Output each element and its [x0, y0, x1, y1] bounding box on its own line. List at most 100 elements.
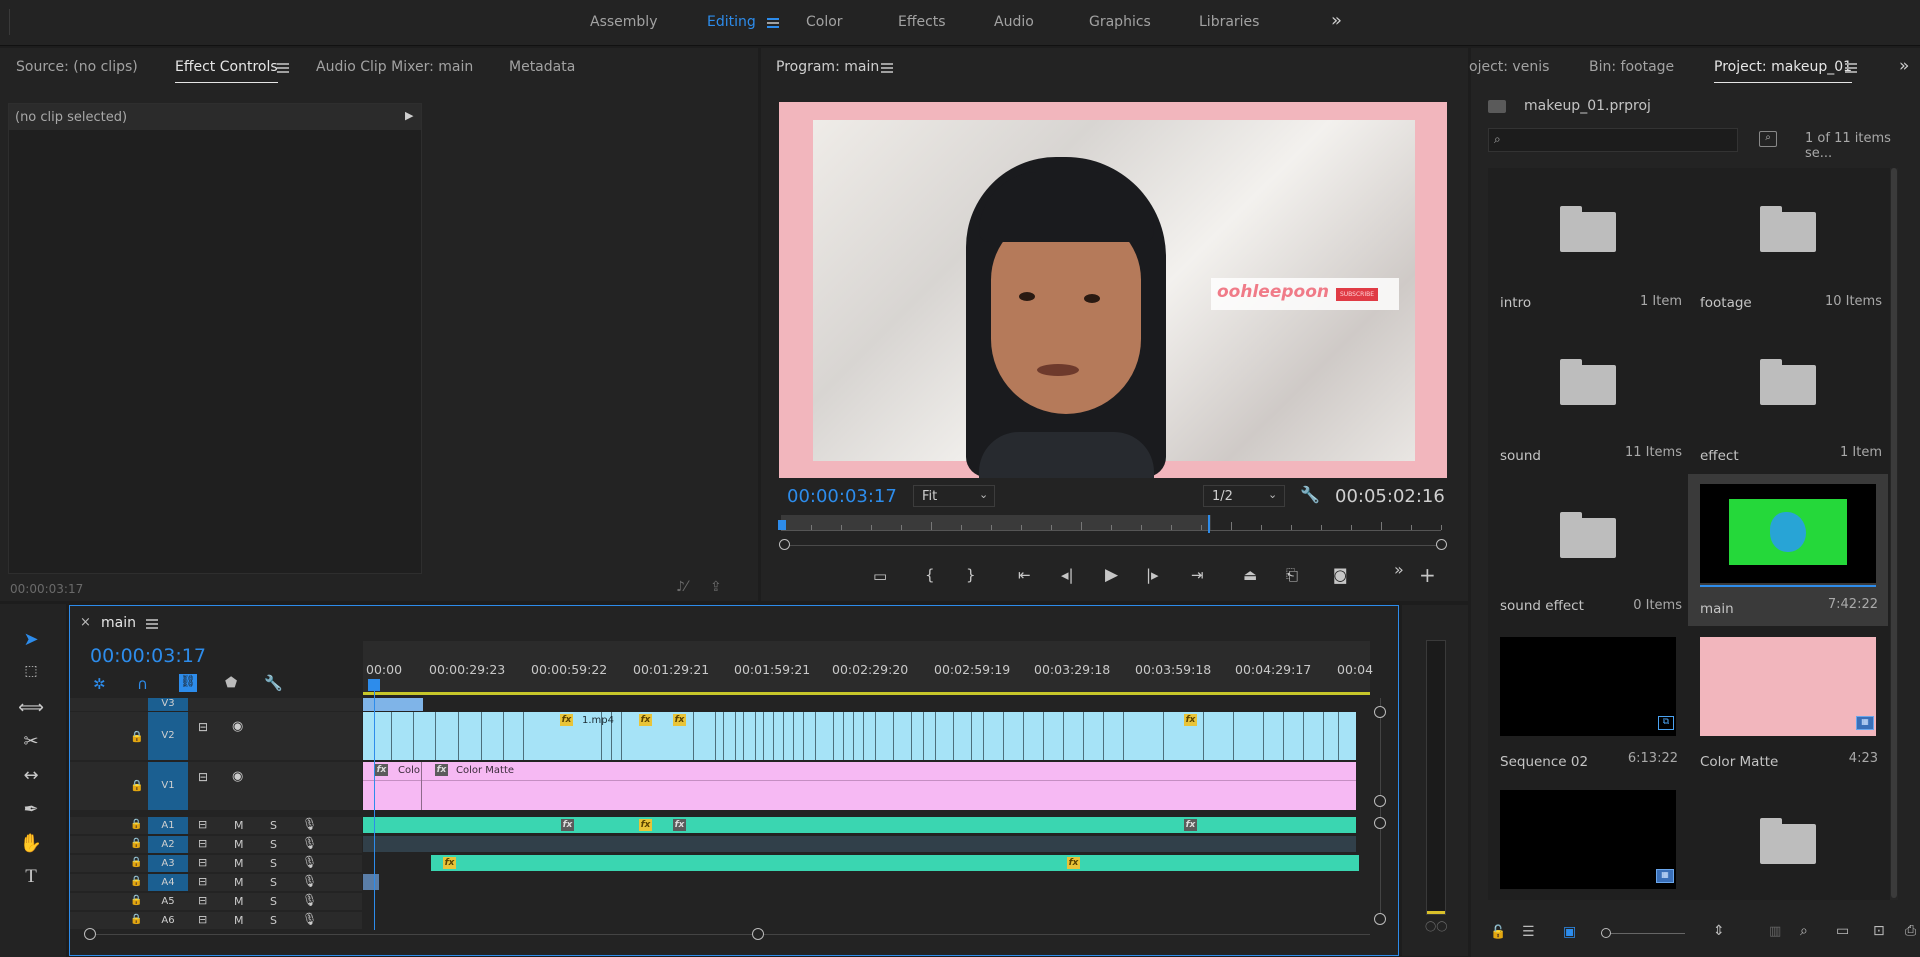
- lock-icon[interactable]: 🔒: [130, 838, 142, 849]
- a3-clip[interactable]: fx fx: [431, 855, 1359, 871]
- resolution-select[interactable]: 1/2 ⌄: [1203, 485, 1285, 507]
- track-label-a3[interactable]: A3: [148, 855, 188, 872]
- timeline-menu-icon[interactable]: [146, 619, 158, 629]
- program-menu-icon[interactable]: [881, 63, 893, 73]
- project-item-color-matte[interactable]: ▦ Color Matte 4:23: [1688, 627, 1888, 779]
- mark-out-icon[interactable]: }: [966, 566, 976, 584]
- microphone-icon[interactable]: 🎙: [302, 836, 317, 850]
- v2-clip[interactable]: fx 1.mp4 fx fx fx: [363, 712, 1356, 760]
- ripple-edit-tool-icon[interactable]: ⟺: [18, 697, 44, 723]
- work-area-bar[interactable]: [363, 692, 1370, 695]
- wrench-icon[interactable]: 🔧: [1300, 485, 1320, 504]
- step-back-icon[interactable]: ◂|: [1061, 566, 1074, 584]
- track-select-tool-icon[interactable]: ⬚: [18, 663, 44, 689]
- track-label-a4[interactable]: A4: [148, 874, 188, 891]
- project-item-sequence-02[interactable]: ⧉ Sequence 02 6:13:22: [1488, 627, 1688, 779]
- scroll-handle[interactable]: [1374, 817, 1386, 829]
- new-item-icon[interactable]: ⊡: [1873, 923, 1885, 939]
- scroll-handle[interactable]: [1374, 706, 1386, 718]
- lock-icon[interactable]: 🔒: [130, 914, 142, 925]
- a2-clip[interactable]: [363, 836, 1356, 852]
- export-icon[interactable]: ⇪: [710, 579, 722, 595]
- workspace-tab-audio[interactable]: Audio: [994, 14, 1034, 30]
- mute-button[interactable]: M: [234, 819, 244, 832]
- a1-clip[interactable]: fx fx fx fx: [363, 817, 1356, 833]
- go-to-out-icon[interactable]: ⇥: [1191, 566, 1204, 584]
- tab-audio-clip-mixer[interactable]: Audio Clip Mixer: main: [316, 59, 473, 75]
- timeline-timecode[interactable]: 00:00:03:17: [90, 645, 206, 667]
- toggle-sync-icon[interactable]: ⊟: [198, 770, 208, 784]
- vertical-scrollbar[interactable]: [1380, 698, 1381, 918]
- program-playhead[interactable]: [778, 520, 786, 530]
- track-label-a2[interactable]: A2: [148, 836, 188, 853]
- selection-tool-icon[interactable]: ➤: [18, 629, 44, 655]
- scroll-handle[interactable]: [84, 928, 96, 940]
- add-marker-icon[interactable]: ⬟: [225, 675, 237, 691]
- lock-icon[interactable]: 🔒: [130, 730, 144, 743]
- track-label-v1[interactable]: V1: [148, 762, 188, 810]
- project-item-sound-effect[interactable]: sound effect 0 Items: [1488, 474, 1688, 626]
- editing-menu-icon[interactable]: [767, 18, 779, 28]
- a4-clip[interactable]: [363, 874, 379, 890]
- toggle-sync-icon[interactable]: ⊟: [198, 818, 207, 831]
- workspace-tab-assembly[interactable]: Assembly: [590, 14, 657, 30]
- razor-tool-icon[interactable]: ✂: [18, 731, 44, 757]
- project-item-sound[interactable]: sound 11 Items: [1488, 321, 1688, 473]
- lock-icon[interactable]: 🔒: [130, 857, 142, 868]
- linked-selection-icon[interactable]: ⛓: [179, 674, 197, 692]
- tab-effect-controls[interactable]: Effect Controls: [175, 59, 278, 83]
- pen-tool-icon[interactable]: ✒: [18, 799, 44, 825]
- track-label-a5[interactable]: A5: [148, 893, 188, 910]
- tab-metadata[interactable]: Metadata: [509, 59, 575, 75]
- workspace-tab-graphics[interactable]: Graphics: [1089, 14, 1151, 30]
- slip-tool-icon[interactable]: ↔: [18, 765, 44, 791]
- project-item-effect[interactable]: effect 1 Item: [1688, 321, 1888, 473]
- add-button-icon[interactable]: +: [1419, 563, 1436, 587]
- clear-icon[interactable]: ⎙: [1905, 923, 1916, 939]
- double-chevron-right-icon[interactable]: »: [1331, 10, 1342, 31]
- find-icon[interactable]: ⌕: [1800, 923, 1808, 939]
- program-time-ruler[interactable]: [781, 530, 1441, 531]
- track-label-a1[interactable]: A1: [148, 817, 188, 834]
- lock-icon[interactable]: 🔒: [130, 819, 142, 830]
- meter-solo-buttons[interactable]: ◯◯: [1425, 921, 1447, 932]
- microphone-icon[interactable]: 🎙: [302, 855, 317, 869]
- tab-project-venis[interactable]: oject: venis: [1469, 59, 1549, 75]
- mute-button[interactable]: M: [234, 895, 244, 908]
- program-video-frame[interactable]: oohleepoon SUBSCRIBE: [779, 102, 1447, 478]
- solo-button[interactable]: S: [270, 876, 277, 889]
- mute-button[interactable]: M: [234, 857, 244, 870]
- tab-project-makeup[interactable]: Project: makeup_01: [1714, 59, 1853, 83]
- microphone-icon[interactable]: 🎙: [302, 893, 317, 907]
- play-icon[interactable]: ▶: [1105, 565, 1118, 585]
- solo-button[interactable]: S: [270, 857, 277, 870]
- safe-margins-icon[interactable]: ▭: [873, 567, 887, 585]
- toggle-sync-icon[interactable]: ⊟: [198, 720, 208, 734]
- snap-icon[interactable]: ∩: [137, 675, 148, 693]
- list-view-icon[interactable]: ☰: [1522, 924, 1535, 940]
- microphone-icon[interactable]: 🎙: [302, 874, 317, 888]
- new-search-bin-icon[interactable]: ⌕: [1759, 131, 1777, 147]
- filter-clip-icon[interactable]: ♪⁄: [676, 579, 687, 595]
- lock-icon[interactable]: 🔒: [130, 876, 142, 887]
- panel-menu-icon[interactable]: [277, 63, 289, 73]
- track-label-v2[interactable]: V2: [148, 712, 188, 760]
- project-item-footage[interactable]: footage 10 Items: [1688, 168, 1888, 320]
- scroll-handle[interactable]: [1374, 913, 1386, 925]
- tab-source[interactable]: Source: (no clips): [16, 59, 138, 75]
- workspace-tab-color[interactable]: Color: [806, 14, 843, 30]
- toggle-sync-icon[interactable]: ⊟: [198, 913, 207, 926]
- zoom-select[interactable]: Fit ⌄: [913, 485, 995, 507]
- track-label-v3[interactable]: V3: [148, 698, 188, 711]
- slider-handle[interactable]: [1601, 928, 1611, 938]
- toggle-sync-icon[interactable]: ⊟: [198, 856, 207, 869]
- sort-icon[interactable]: ⇕: [1713, 923, 1725, 939]
- play-triangle-icon[interactable]: ▶: [405, 109, 413, 122]
- new-bin-icon[interactable]: ▭: [1836, 923, 1849, 939]
- double-chevron-right-icon[interactable]: »: [1394, 560, 1404, 579]
- extract-icon[interactable]: ⎗: [1286, 566, 1298, 584]
- scroll-handle[interactable]: [752, 928, 764, 940]
- sequence-tab-main[interactable]: main: [101, 615, 136, 631]
- automate-icon[interactable]: ▥: [1769, 924, 1781, 939]
- v1-clip[interactable]: fx Colo fx Color Matte: [363, 762, 1356, 810]
